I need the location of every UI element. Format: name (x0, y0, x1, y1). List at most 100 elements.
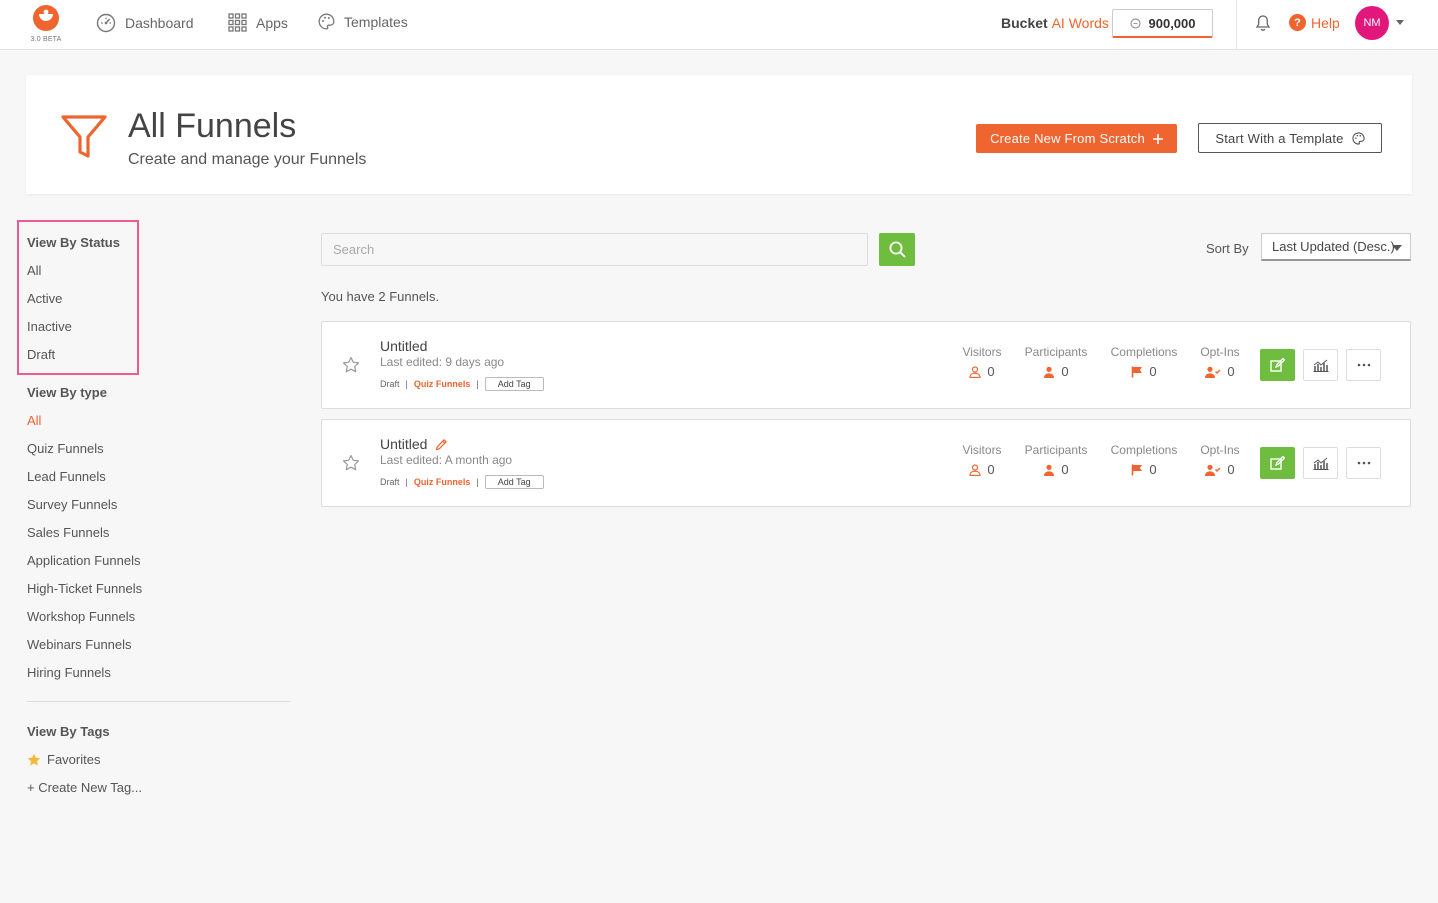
more-options-button[interactable] (1346, 447, 1381, 479)
search-button[interactable] (879, 233, 915, 266)
apps-grid-icon (228, 13, 247, 32)
palette-icon (318, 13, 335, 30)
status-filter-active[interactable]: Active (27, 291, 62, 306)
type-filter-webinars[interactable]: Webinars Funnels (27, 637, 132, 652)
nav-dashboard[interactable]: Dashboard (96, 13, 194, 33)
type-filter-lead[interactable]: Lead Funnels (27, 469, 106, 484)
ellipsis-icon (1357, 363, 1370, 367)
sidebar-divider (27, 701, 291, 702)
star-outline-icon[interactable] (342, 356, 360, 374)
status-filter-draft[interactable]: Draft (27, 347, 55, 362)
stat-value: 0 (987, 364, 995, 379)
ellipsis-icon (1357, 461, 1370, 465)
user-icon (1044, 464, 1055, 476)
stat-visitors: Visitors 0 (960, 443, 1004, 477)
notifications-bell-icon[interactable] (1255, 14, 1271, 35)
stat-label: Participants (1024, 443, 1088, 457)
type-filter-hiring[interactable]: Hiring Funnels (27, 665, 111, 680)
funnel-name[interactable]: Untitled (380, 338, 427, 354)
stat-completions: Completions 0 (1108, 443, 1180, 477)
user-outline-icon (969, 365, 981, 378)
add-tag-button[interactable]: Add Tag (484, 377, 544, 391)
funnel-type-badge: Quiz Funnels (413, 477, 471, 487)
stat-optins: Opt-Ins 0 (1198, 443, 1242, 477)
stat-value: 0 (1061, 364, 1069, 379)
edit-funnel-button[interactable] (1260, 349, 1295, 381)
funnel-tags-row: Draft | Quiz Funnels | Add Tag (380, 377, 544, 391)
edit-funnel-button[interactable] (1260, 447, 1295, 479)
analytics-chart-icon (1313, 457, 1328, 470)
funnel-name-text: Untitled (380, 436, 428, 452)
user-avatar[interactable]: NM (1355, 6, 1389, 40)
add-tag-button[interactable]: Add Tag (484, 475, 544, 489)
stat-value: 0 (1061, 462, 1069, 477)
plus-icon (1152, 133, 1163, 144)
nav-apps-label: Apps (256, 14, 288, 31)
star-outline-icon[interactable] (342, 454, 360, 472)
type-filter-survey[interactable]: Survey Funnels (27, 497, 117, 512)
page-title: All Funnels (128, 107, 297, 145)
type-filter-application[interactable]: Application Funnels (27, 553, 140, 568)
sort-select[interactable]: Last Updated (Desc.) (1261, 233, 1411, 261)
pencil-icon[interactable] (435, 438, 448, 451)
credits-value: 900,000 (1148, 15, 1196, 31)
last-edited-text: Last edited: 9 days ago (380, 355, 505, 369)
user-icon (1044, 366, 1055, 378)
funnel-card[interactable]: Untitled Last edited: 9 days ago Draft |… (321, 321, 1411, 409)
stat-visitors: Visitors 0 (960, 345, 1004, 379)
analytics-button[interactable] (1303, 447, 1338, 479)
create-new-tag-link[interactable]: + Create New Tag... (27, 780, 142, 795)
funnel-count-text: You have 2 Funnels. (321, 289, 440, 304)
flag-icon (1132, 464, 1143, 475)
search-input[interactable] (321, 233, 868, 266)
status-filter-all[interactable]: All (27, 263, 41, 278)
funnel-card[interactable]: Untitled Last edited: A month ago Draft … (321, 419, 1411, 507)
bucket-label: Bucket (1001, 15, 1048, 31)
ai-words-label: AI Words (1051, 15, 1109, 31)
credits-balance[interactable]: 900,000 (1112, 9, 1213, 38)
analytics-button[interactable] (1303, 349, 1338, 381)
app-logo[interactable]: 3.0 BETA (28, 4, 64, 43)
tag-divider: | (405, 477, 408, 487)
stat-participants: Participants 0 (1022, 443, 1090, 477)
type-filter-high-ticket[interactable]: High-Ticket Funnels (27, 581, 142, 596)
help-label: Help (1311, 14, 1340, 31)
favorites-label: Favorites (47, 752, 101, 767)
funnel-type-badge: Quiz Funnels (413, 379, 471, 389)
funnel-name-text: Untitled (380, 338, 428, 354)
stat-value: 0 (1227, 462, 1235, 477)
stat-value: 0 (987, 462, 995, 477)
template-button-label: Start With a Template (1215, 130, 1344, 146)
funnel-icon (61, 115, 107, 158)
start-with-template-button[interactable]: Start With a Template (1198, 123, 1382, 153)
tag-filter-favorites[interactable]: Favorites (27, 752, 100, 767)
type-filter-sales[interactable]: Sales Funnels (27, 525, 109, 540)
tag-divider: | (476, 379, 479, 389)
stat-value: 0 (1149, 462, 1157, 477)
funnel-tags-row: Draft | Quiz Funnels | Add Tag (380, 475, 544, 489)
beta-badge: 3.0 BETA (30, 36, 62, 43)
stat-value: 0 (1227, 364, 1235, 379)
help-question-icon: ? (1289, 14, 1306, 31)
type-filter-quiz[interactable]: Quiz Funnels (27, 441, 104, 456)
create-new-from-scratch-button[interactable]: Create New From Scratch (976, 124, 1177, 153)
coin-icon (1129, 17, 1141, 29)
type-filter-workshop[interactable]: Workshop Funnels (27, 609, 135, 624)
nav-dashboard-label: Dashboard (125, 15, 194, 31)
sort-by-label: Sort By (1206, 241, 1249, 256)
bucket-ai-words-label: Bucket AI Words (1001, 15, 1109, 31)
logo-icon (33, 5, 59, 31)
funnel-name[interactable]: Untitled (380, 436, 448, 452)
chevron-down-icon[interactable] (1396, 20, 1404, 25)
stat-label: Completions (1110, 443, 1178, 457)
type-filter-all[interactable]: All (27, 413, 41, 428)
help-link[interactable]: ? Help (1289, 14, 1340, 31)
page-subtitle: Create and manage your Funnels (128, 151, 367, 168)
top-navbar: 3.0 BETA Dashboard Apps Templates Bucket… (0, 0, 1438, 50)
nav-apps[interactable]: Apps (228, 13, 288, 32)
more-options-button[interactable] (1346, 349, 1381, 381)
stat-label: Visitors (962, 443, 1002, 457)
nav-templates[interactable]: Templates (318, 13, 408, 30)
status-filter-inactive[interactable]: Inactive (27, 319, 72, 334)
dashboard-gauge-icon (96, 13, 116, 33)
